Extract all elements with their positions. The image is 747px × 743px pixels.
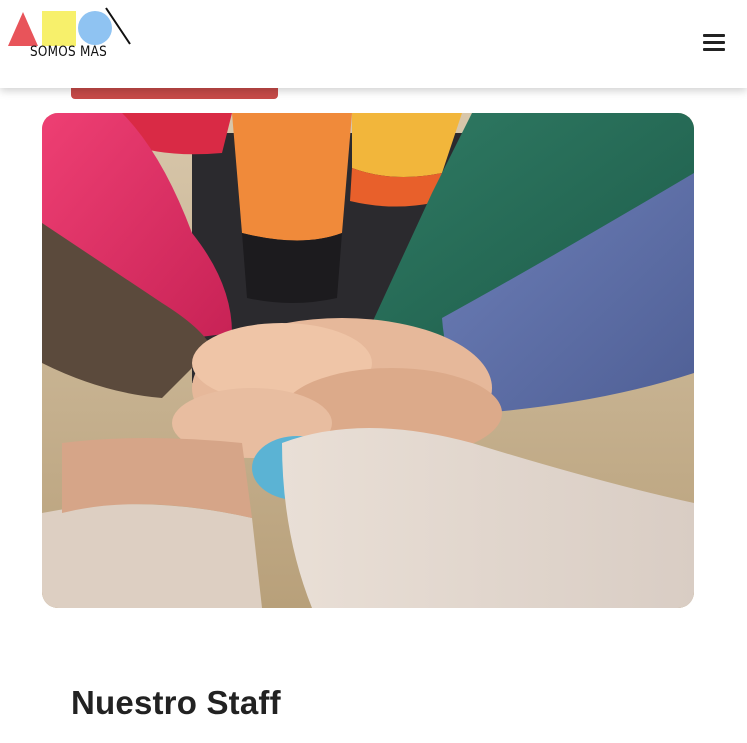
section-title: Nuestro Staff bbox=[71, 684, 281, 721]
hero-image bbox=[42, 113, 694, 608]
site-logo[interactable]: SOMOS MAS bbox=[6, 6, 134, 64]
hamburger-icon[interactable] bbox=[703, 34, 725, 54]
stacked-hands-photo bbox=[42, 113, 694, 608]
logo-text: SOMOS MAS bbox=[30, 44, 108, 60]
site-header: SOMOS MAS bbox=[0, 0, 747, 88]
